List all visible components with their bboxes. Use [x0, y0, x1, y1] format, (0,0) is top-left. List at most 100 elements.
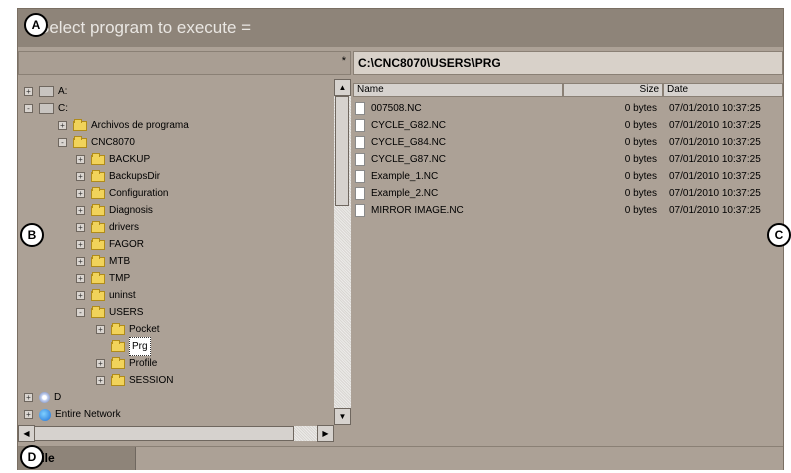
folder-icon — [91, 203, 105, 216]
dialog-title: Select program to execute = — [18, 9, 783, 47]
file-name: Example_2.NC — [371, 188, 439, 199]
tree-item-label: BACKUP — [109, 154, 151, 165]
tree-item-c-drive[interactable]: - C: — [24, 100, 68, 117]
expand-icon[interactable]: + — [24, 393, 33, 402]
cd-icon — [39, 392, 50, 403]
collapse-icon[interactable]: - — [76, 308, 85, 317]
tree-item-label: SESSION — [129, 375, 174, 386]
tree-item-a-drive[interactable]: + A: — [24, 83, 67, 100]
collapse-icon[interactable]: - — [58, 138, 67, 147]
column-header-size[interactable]: Size — [563, 83, 663, 97]
scroll-thumb[interactable] — [34, 426, 294, 441]
expand-icon[interactable]: + — [24, 87, 33, 96]
tree-item-configuration[interactable]: + Configuration — [76, 185, 168, 202]
folder-icon — [91, 220, 105, 233]
file-name: CYCLE_G84.NC — [371, 137, 447, 148]
file-row[interactable]: CYCLE_G82.NC 0 bytes 07/01/2010 10:37:25 — [353, 117, 783, 134]
expand-icon[interactable]: + — [76, 257, 85, 266]
tree-horizontal-scrollbar[interactable]: ◀ ▶ — [18, 425, 334, 442]
tree-item-label: FAGOR — [109, 239, 145, 250]
file-icon — [355, 187, 365, 200]
drive-icon — [39, 103, 54, 114]
tree-item-prg[interactable]: Prg — [111, 337, 151, 356]
file-date: 07/01/2010 10:37:25 — [669, 103, 761, 114]
tree-item-d-drive[interactable]: + D — [24, 389, 61, 406]
expand-icon[interactable]: + — [58, 121, 67, 130]
expand-icon[interactable]: + — [76, 172, 85, 181]
file-date: 07/01/2010 10:37:25 — [669, 188, 761, 199]
tree-item-backupsdir[interactable]: + BackupsDir — [76, 168, 160, 185]
modified-marker: * — [341, 55, 346, 67]
tree-item-label: Pocket — [129, 324, 160, 335]
file-row[interactable]: Example_2.NC 0 bytes 07/01/2010 10:37:25 — [353, 185, 783, 202]
file-icon — [355, 136, 365, 149]
tree-item-label: Configuration — [109, 188, 169, 199]
tree-item-users[interactable]: - USERS — [76, 304, 143, 321]
folder-icon — [111, 322, 125, 335]
scroll-right-icon[interactable]: ▶ — [317, 425, 334, 442]
tree-path-field: * — [18, 51, 351, 75]
expand-icon[interactable]: + — [96, 325, 105, 334]
collapse-icon[interactable]: - — [24, 104, 33, 113]
tree-item-label: D — [54, 392, 62, 403]
expand-icon[interactable]: + — [76, 189, 85, 198]
tree-item-mtb[interactable]: + MTB — [76, 253, 130, 270]
tree-item-diagnosis[interactable]: + Diagnosis — [76, 202, 153, 219]
expand-icon[interactable]: + — [76, 274, 85, 283]
file-row[interactable]: CYCLE_G84.NC 0 bytes 07/01/2010 10:37:25 — [353, 134, 783, 151]
folder-icon — [91, 288, 105, 301]
file-date: 07/01/2010 10:37:25 — [669, 137, 761, 148]
expand-icon[interactable]: + — [24, 410, 33, 419]
expand-icon[interactable]: + — [76, 291, 85, 300]
file-icon — [355, 170, 365, 183]
expand-icon[interactable]: + — [76, 223, 85, 232]
scroll-thumb[interactable] — [335, 96, 349, 206]
tree-item-archivos-de-programa[interactable]: + Archivos de programa — [58, 117, 189, 134]
tree-item-label: MTB — [109, 256, 131, 267]
network-icon — [39, 408, 51, 421]
tree-item-backup[interactable]: + BACKUP — [76, 151, 150, 168]
tree-item-drivers[interactable]: + drivers — [76, 219, 139, 236]
file-list: Name Size Date 007508.NC 0 bytes 07/01/2… — [353, 79, 783, 441]
expand-icon[interactable]: + — [76, 240, 85, 249]
softkey-bar: File — [18, 446, 783, 470]
file-size: 0 bytes — [624, 154, 657, 165]
file-icon — [355, 153, 365, 166]
folder-icon — [91, 152, 105, 165]
scroll-up-icon[interactable]: ▲ — [334, 79, 351, 96]
expand-icon[interactable]: + — [76, 155, 85, 164]
expand-icon[interactable]: + — [96, 359, 105, 368]
tree-item-label: Entire Network — [55, 409, 121, 420]
tree-item-profile[interactable]: + Profile — [96, 355, 157, 372]
tree-item-cnc8070[interactable]: - CNC8070 — [58, 134, 135, 151]
tree-item-fagor[interactable]: + FAGOR — [76, 236, 144, 253]
tree-item-session[interactable]: + SESSION — [96, 372, 173, 389]
file-name: CYCLE_G82.NC — [371, 120, 447, 131]
folder-tree: + A: - C: + Archivos de programa - CNC80… — [18, 79, 334, 425]
tree-vertical-scrollbar[interactable]: ▲ ▼ — [334, 79, 351, 425]
column-header-date[interactable]: Date — [663, 83, 783, 97]
file-row[interactable]: Example_1.NC 0 bytes 07/01/2010 10:37:25 — [353, 168, 783, 185]
tree-item-label: uninst — [109, 290, 136, 301]
file-size: 0 bytes — [624, 188, 657, 199]
tree-item-label: Profile — [129, 358, 158, 369]
callout-b: B — [20, 223, 44, 247]
tree-item-tmp[interactable]: + TMP — [76, 270, 130, 287]
file-name: 007508.NC — [371, 103, 422, 114]
file-row[interactable]: 007508.NC 0 bytes 07/01/2010 10:37:25 — [353, 100, 783, 117]
column-header-name[interactable]: Name — [353, 83, 563, 97]
file-date: 07/01/2010 10:37:25 — [669, 205, 761, 216]
tree-item-label: USERS — [109, 307, 144, 318]
file-row[interactable]: MIRROR IMAGE.NC 0 bytes 07/01/2010 10:37… — [353, 202, 783, 219]
tree-item-uninst[interactable]: + uninst — [76, 287, 136, 304]
folder-icon — [91, 169, 105, 182]
folder-icon — [91, 186, 105, 199]
tree-item-entire-network[interactable]: + Entire Network — [24, 406, 121, 423]
scroll-down-icon[interactable]: ▼ — [334, 408, 351, 425]
expand-icon[interactable]: + — [96, 376, 105, 385]
file-row[interactable]: CYCLE_G87.NC 0 bytes 07/01/2010 10:37:25 — [353, 151, 783, 168]
expand-icon[interactable]: + — [76, 206, 85, 215]
scroll-left-icon[interactable]: ◀ — [18, 425, 35, 442]
tree-item-pocket[interactable]: + Pocket — [96, 321, 160, 338]
tree-item-label: BackupsDir — [109, 171, 161, 182]
